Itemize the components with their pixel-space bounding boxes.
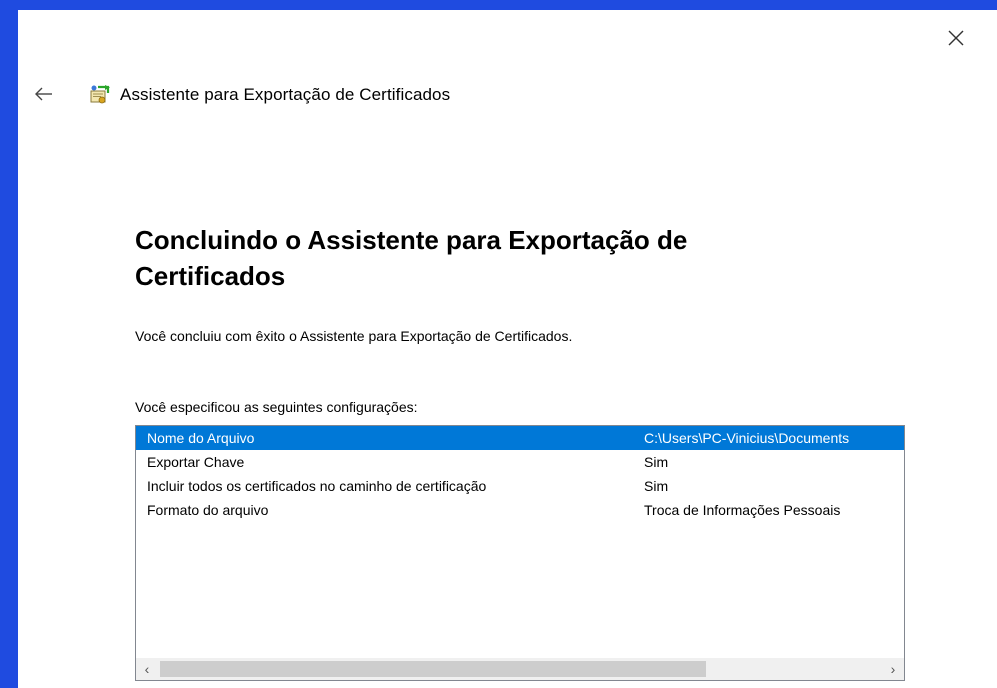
settings-row[interactable]: Exportar Chave Sim (136, 450, 904, 474)
close-icon (948, 30, 964, 46)
settings-row[interactable]: Incluir todos os certificados no caminho… (136, 474, 904, 498)
setting-name: Nome do Arquivo (147, 430, 255, 446)
wizard-window: Assistente para Exportação de Certificad… (18, 10, 997, 688)
chevron-right-icon: › (890, 661, 896, 677)
horizontal-scrollbar[interactable]: ‹ › (136, 658, 904, 680)
completion-description: Você concluiu com êxito o Assistente par… (135, 328, 573, 344)
chevron-left-icon: ‹ (144, 661, 150, 677)
setting-name: Incluir todos os certificados no caminho… (147, 478, 487, 494)
setting-value: Sim (644, 478, 669, 494)
settings-label: Você especificou as seguintes configuraç… (135, 399, 418, 415)
setting-name: Exportar Chave (147, 454, 245, 470)
wizard-title-bar: Assistente para Exportação de Certificad… (88, 82, 450, 108)
settings-row[interactable]: Nome do Arquivo C:\Users\PC-Vinicius\Doc… (136, 426, 904, 450)
certificate-wizard-icon (90, 85, 110, 104)
close-button[interactable] (942, 24, 970, 52)
arrow-left-icon (35, 87, 52, 101)
scroll-left-button[interactable]: ‹ (136, 658, 158, 680)
settings-listbox[interactable]: Nome do Arquivo C:\Users\PC-Vinicius\Doc… (135, 425, 905, 681)
wizard-title: Assistente para Exportação de Certificad… (120, 85, 451, 104)
setting-value: Troca de Informações Pessoais (644, 502, 841, 518)
setting-value: Sim (644, 454, 669, 470)
setting-name: Formato do arquivo (147, 502, 269, 518)
settings-list: Nome do Arquivo C:\Users\PC-Vinicius\Doc… (136, 426, 904, 658)
scroll-right-button[interactable]: › (882, 658, 904, 680)
scrollbar-thumb[interactable] (160, 661, 706, 677)
setting-value: C:\Users\PC-Vinicius\Documents (644, 430, 850, 446)
back-button[interactable] (32, 84, 56, 104)
settings-row[interactable]: Formato do arquivo Troca de Informações … (136, 498, 904, 522)
page-heading: Concluindo o Assistente para Exportação … (135, 225, 688, 291)
